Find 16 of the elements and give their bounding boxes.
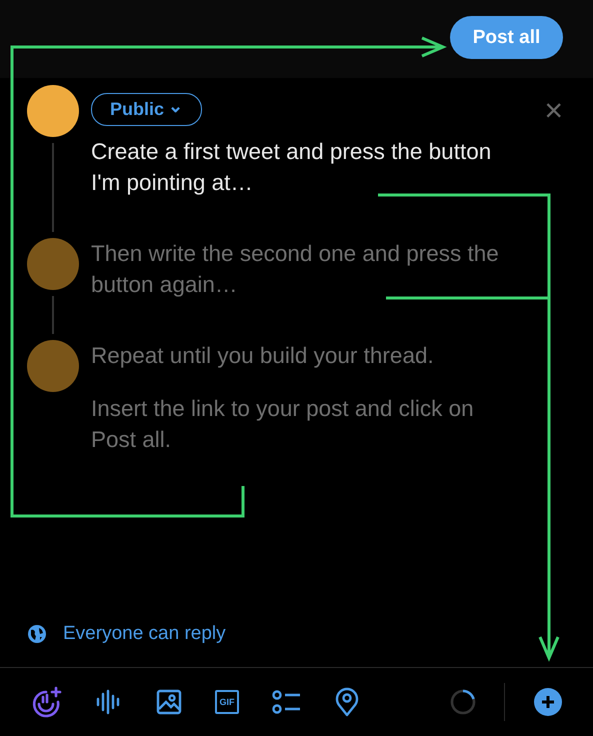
post-text[interactable]: Repeat until you build your thread. bbox=[91, 340, 521, 371]
close-button[interactable]: × bbox=[544, 94, 563, 126]
post-text[interactable]: Then write the second one and press the button again… bbox=[91, 238, 521, 300]
poll-icon[interactable] bbox=[272, 689, 302, 715]
globe-icon bbox=[27, 624, 47, 644]
post-all-button[interactable]: Post all bbox=[450, 16, 563, 59]
reply-setting-link[interactable]: Everyone can reply bbox=[63, 623, 226, 645]
gif-button[interactable]: GIF bbox=[215, 690, 239, 714]
microphone-face-icon[interactable] bbox=[30, 686, 62, 718]
add-post-icon[interactable] bbox=[533, 687, 563, 717]
post-text[interactable]: Insert the link to your post and click on Post all. bbox=[91, 393, 521, 455]
audience-dropdown[interactable]: Public ⌄ bbox=[91, 93, 202, 126]
location-pin-icon[interactable] bbox=[335, 687, 359, 717]
post-text[interactable]: Create a first tweet and press the button I'm pointing at… bbox=[91, 136, 521, 198]
image-icon[interactable] bbox=[156, 689, 182, 715]
progress-ring-icon bbox=[450, 689, 476, 715]
